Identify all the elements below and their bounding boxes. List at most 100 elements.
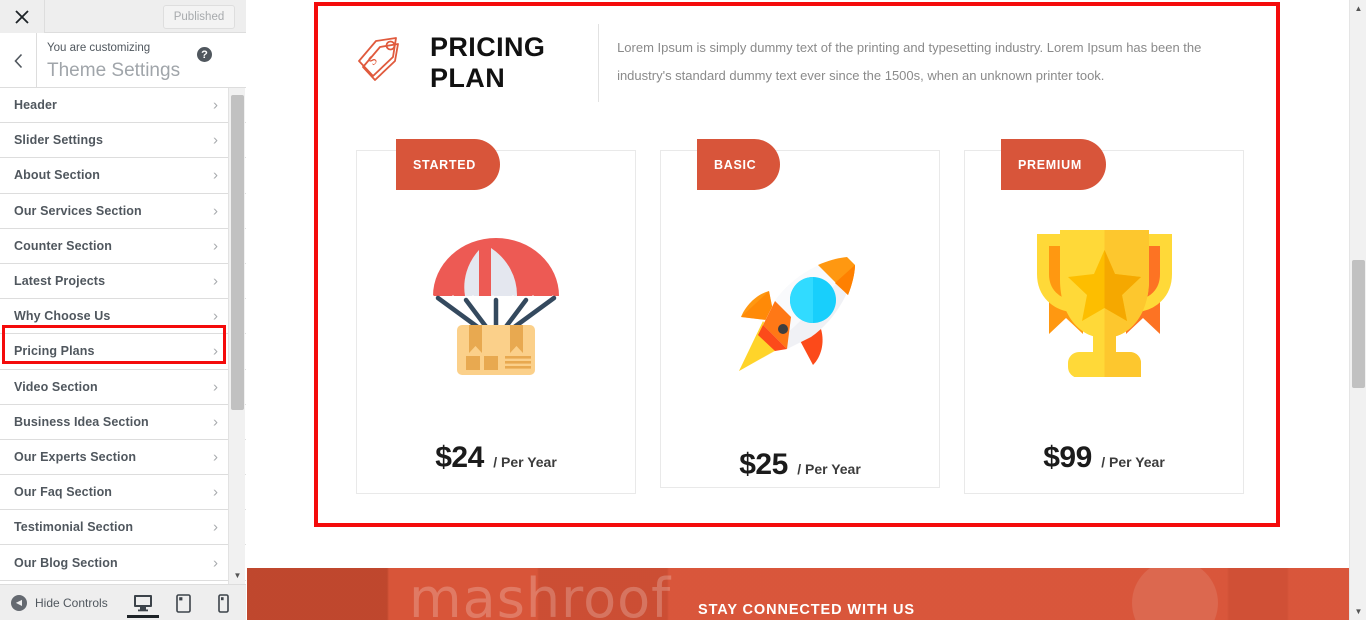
sidebar-item-header[interactable]: Header › — [0, 88, 246, 124]
chevron-right-icon: › — [213, 413, 218, 431]
sidebar-item-label: Header — [14, 98, 57, 113]
sidebar-scrollbar-thumb[interactable] — [231, 95, 244, 410]
header-divider — [598, 24, 600, 102]
sidebar-item-testimonial-section[interactable]: Testimonial Section › — [0, 510, 246, 546]
mobile-glyph — [217, 593, 229, 613]
scroll-down-icon[interactable]: ▼ — [229, 567, 246, 584]
site-preview[interactable]: S PRICING PLAN Lorem Ipsum is simply dum… — [247, 0, 1366, 620]
sidebar-item-our-experts-section[interactable]: Our Experts Section › — [0, 439, 246, 476]
sidebar-item-label: Video Section — [14, 379, 98, 394]
sidebar-item-pricing-plans[interactable]: Pricing Plans › — [0, 334, 246, 370]
plan-price: $24 — [435, 441, 484, 474]
sidebar-item-about-section[interactable]: About Section › — [0, 158, 246, 194]
pricing-card-premium[interactable]: PREMIUM $99 / Per Year — [964, 139, 1244, 494]
tablet-glyph — [175, 593, 191, 613]
sidebar-item-video-section[interactable]: Video Section › — [0, 369, 246, 405]
chevron-right-icon: › — [213, 483, 218, 501]
desktop-glyph — [134, 595, 152, 612]
chevron-right-icon: › — [213, 237, 218, 255]
chevron-right-icon: › — [213, 166, 218, 184]
sidebar-item-label: Business Idea Section — [14, 414, 149, 429]
customizing-subtitle: You are customizing — [47, 42, 151, 54]
back-button[interactable] — [0, 33, 37, 88]
sidebar-item-business-idea-section[interactable]: Business Idea Section › — [0, 404, 246, 440]
sidebar-item-label: Pricing Plans — [14, 344, 95, 359]
hide-controls-label: Hide Controls — [35, 595, 108, 610]
publish-button[interactable]: Published — [163, 5, 235, 29]
sidebar-item-label: About Section — [14, 168, 101, 183]
sidebar-item-our-faq-section[interactable]: Our Faq Section › — [0, 475, 246, 511]
help-icon[interactable]: ? — [197, 47, 212, 62]
pricing-section-description: Lorem Ipsum is simply dummy text of the … — [617, 40, 1202, 83]
chevron-right-icon: › — [213, 448, 218, 466]
plan-badge: STARTED — [396, 139, 500, 190]
chevron-right-icon: › — [213, 378, 218, 396]
plan-price-row: $25 / Per Year — [661, 448, 939, 482]
customizer-footer: ◀ Hide Controls — [0, 584, 246, 620]
desktop-icon[interactable] — [127, 588, 159, 618]
chevron-right-icon: › — [213, 342, 218, 360]
sidebar-scrollbar[interactable]: ▼ — [228, 88, 245, 584]
chevron-right-icon: › — [213, 554, 218, 572]
close-icon[interactable] — [0, 0, 45, 33]
plan-badge: BASIC — [697, 139, 781, 190]
chevron-left-circle-icon: ◀ — [11, 594, 27, 611]
plan-price-row: $99 / Per Year — [965, 441, 1243, 475]
sidebar-item-latest-projects[interactable]: Latest Projects › — [0, 263, 246, 300]
pricing-card-basic[interactable]: BASIC $25 / Per Year — [660, 139, 940, 488]
customizer-title-group: You are customizing Theme Settings — [47, 41, 180, 84]
plan-badge: PREMIUM — [1001, 139, 1106, 190]
sidebar-item-why-choose-us[interactable]: Why Choose Us › — [0, 299, 246, 335]
banner-title: STAY CONNECTED WITH US — [698, 602, 915, 618]
sidebar-item-label: Slider Settings — [14, 133, 104, 148]
customizer-topbar: Published — [0, 0, 246, 33]
pricing-cards: STARTED $24 / Per Year BASIC $25 / Per Y… — [356, 138, 1246, 494]
preview-scrollbar[interactable]: ▲ ▼ — [1349, 0, 1366, 620]
sidebar-item-label: Our Experts Section — [14, 449, 137, 464]
sidebar-item-our-blog-section[interactable]: Our Blog Section › — [0, 545, 246, 581]
chevron-right-icon: › — [213, 307, 218, 325]
close-glyph — [15, 9, 29, 24]
parachute-box-icon — [416, 223, 576, 383]
pricing-card-started[interactable]: STARTED $24 / Per Year — [356, 139, 636, 494]
hide-controls-button[interactable]: ◀ Hide Controls — [11, 594, 108, 611]
sidebar-item-label: Our Faq Section — [14, 485, 113, 500]
sidebar-item-label: Why Choose Us — [14, 309, 111, 324]
chevron-right-icon: › — [213, 272, 218, 290]
customizer-header: You are customizing Theme Settings ? — [0, 33, 246, 88]
chevron-right-icon: › — [213, 518, 218, 536]
plan-price-row: $24 / Per Year — [357, 441, 635, 475]
device-preview-buttons — [127, 585, 234, 621]
sidebar-item-counter-section[interactable]: Counter Section › — [0, 228, 246, 264]
sidebar-item-label: Our Services Section — [14, 203, 142, 218]
scroll-up-icon[interactable]: ▲ — [1350, 0, 1366, 17]
sidebar-item-label: Counter Section — [14, 238, 113, 253]
pricing-plan-section: S PRICING PLAN Lorem Ipsum is simply dum… — [318, 6, 1276, 523]
pricing-section-title: PRICING PLAN — [430, 32, 546, 93]
sidebar-item-our-services-section[interactable]: Our Services Section › — [0, 193, 246, 229]
chevron-right-icon: › — [213, 202, 218, 220]
trophy-icon — [1024, 219, 1184, 379]
sidebar-item-label: Testimonial Section — [14, 520, 134, 535]
chevron-left-icon — [13, 53, 22, 68]
preview-scrollbar-thumb[interactable] — [1352, 260, 1365, 388]
mobile-icon[interactable] — [212, 588, 234, 618]
customizer-panel-list[interactable]: Header › Slider Settings › About Section… — [0, 88, 246, 584]
sidebar-item-label: Our Blog Section — [14, 555, 118, 570]
rocket-icon — [720, 233, 880, 393]
scroll-down-icon[interactable]: ▼ — [1350, 603, 1366, 620]
plan-period: / Per Year — [797, 461, 861, 477]
chevron-right-icon: › — [213, 96, 218, 114]
sidebar-item-slider-settings[interactable]: Slider Settings › — [0, 123, 246, 159]
chevron-right-icon: › — [213, 131, 218, 149]
price-tag-icon: S — [352, 30, 416, 94]
pricing-section-header: S PRICING PLAN Lorem Ipsum is simply dum… — [352, 24, 1242, 102]
sidebar-item-label: Latest Projects — [14, 274, 106, 289]
plan-period: / Per Year — [493, 454, 557, 470]
page-title: Theme Settings — [47, 60, 181, 81]
plan-period: / Per Year — [1101, 454, 1165, 470]
tablet-icon[interactable] — [172, 588, 194, 618]
plan-price: $99 — [1043, 441, 1092, 474]
stay-connected-banner: mashroof STAY CONNECTED WITH US — [247, 568, 1366, 620]
customizer-panel: Published You are customizing Theme Sett… — [0, 0, 246, 620]
